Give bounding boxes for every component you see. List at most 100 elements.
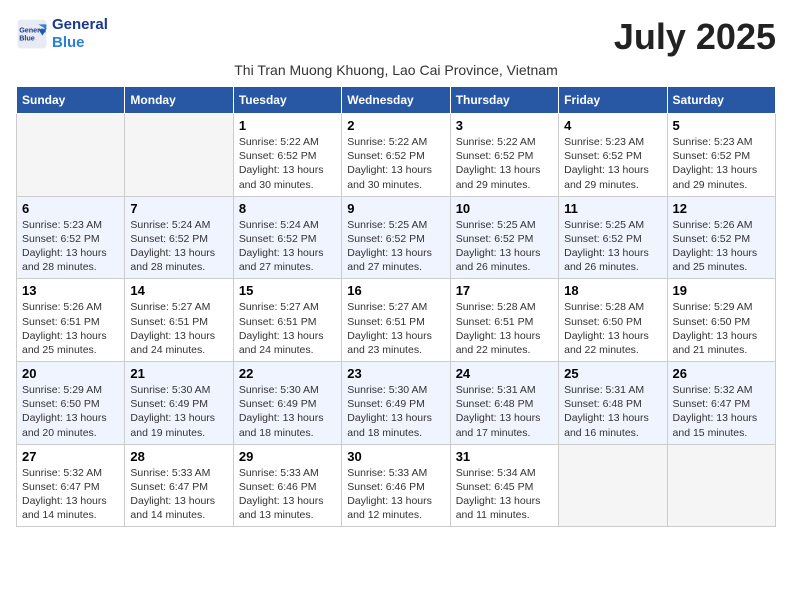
- day-number: 1: [239, 118, 336, 133]
- day-number: 25: [564, 366, 661, 381]
- day-info: Sunrise: 5:29 AMSunset: 6:50 PMDaylight:…: [22, 383, 119, 440]
- day-info: Sunrise: 5:25 AMSunset: 6:52 PMDaylight:…: [564, 218, 661, 275]
- day-number: 11: [564, 201, 661, 216]
- month-title: July 2025: [614, 16, 776, 58]
- day-info: Sunrise: 5:32 AMSunset: 6:47 PMDaylight:…: [22, 466, 119, 523]
- calendar-cell: 11 Sunrise: 5:25 AMSunset: 6:52 PMDayligh…: [559, 196, 667, 279]
- day-info: Sunrise: 5:31 AMSunset: 6:48 PMDaylight:…: [564, 383, 661, 440]
- calendar-cell: 26 Sunrise: 5:32 AMSunset: 6:47 PMDayligh…: [667, 362, 775, 445]
- calendar-cell: 6 Sunrise: 5:23 AMSunset: 6:52 PMDaylight…: [17, 196, 125, 279]
- calendar-cell: 31 Sunrise: 5:34 AMSunset: 6:45 PMDayligh…: [450, 444, 558, 527]
- day-number: 10: [456, 201, 553, 216]
- logo-text: General Blue: [52, 16, 108, 52]
- calendar-cell: 10 Sunrise: 5:25 AMSunset: 6:52 PMDayligh…: [450, 196, 558, 279]
- logo: General Blue General Blue: [16, 16, 108, 52]
- day-number: 21: [130, 366, 227, 381]
- weekday-header-sunday: Sunday: [17, 87, 125, 114]
- day-number: 19: [673, 283, 770, 298]
- calendar-cell: 7Sunrise: 5:24 AMSunset: 6:52 PMDaylight…: [125, 196, 233, 279]
- day-number: 9: [347, 201, 444, 216]
- day-info: Sunrise: 5:34 AMSunset: 6:45 PMDaylight:…: [456, 466, 553, 523]
- logo-icon: General Blue: [16, 18, 48, 50]
- calendar-week-row: 27 Sunrise: 5:32 AMSunset: 6:47 PMDayligh…: [17, 444, 776, 527]
- calendar-cell: 3 Sunrise: 5:22 AMSunset: 6:52 PMDaylight…: [450, 114, 558, 197]
- calendar-cell: 8 Sunrise: 5:24 AMSunset: 6:52 PMDaylight…: [233, 196, 341, 279]
- calendar-cell: 4Sunrise: 5:23 AMSunset: 6:52 PMDaylight…: [559, 114, 667, 197]
- day-number: 16: [347, 283, 444, 298]
- calendar-cell: 22 Sunrise: 5:30 AMSunset: 6:49 PMDayligh…: [233, 362, 341, 445]
- day-number: 5: [673, 118, 770, 133]
- calendar-cell: 21Sunrise: 5:30 AMSunset: 6:49 PMDayligh…: [125, 362, 233, 445]
- calendar-cell: [667, 444, 775, 527]
- calendar-cell: [559, 444, 667, 527]
- day-number: 17: [456, 283, 553, 298]
- day-info: Sunrise: 5:32 AMSunset: 6:47 PMDaylight:…: [673, 383, 770, 440]
- day-info: Sunrise: 5:22 AMSunset: 6:52 PMDaylight:…: [239, 135, 336, 192]
- day-info: Sunrise: 5:25 AMSunset: 6:52 PMDaylight:…: [456, 218, 553, 275]
- day-info: Sunrise: 5:28 AMSunset: 6:50 PMDaylight:…: [564, 300, 661, 357]
- day-info: Sunrise: 5:30 AMSunset: 6:49 PMDaylight:…: [347, 383, 444, 440]
- day-number: 24: [456, 366, 553, 381]
- calendar-cell: [125, 114, 233, 197]
- calendar-cell: 9 Sunrise: 5:25 AMSunset: 6:52 PMDaylight…: [342, 196, 450, 279]
- day-info: Sunrise: 5:33 AMSunset: 6:47 PMDaylight:…: [130, 466, 227, 523]
- day-info: Sunrise: 5:22 AMSunset: 6:52 PMDaylight:…: [456, 135, 553, 192]
- day-info: Sunrise: 5:26 AMSunset: 6:51 PMDaylight:…: [22, 300, 119, 357]
- day-number: 18: [564, 283, 661, 298]
- day-info: Sunrise: 5:28 AMSunset: 6:51 PMDaylight:…: [456, 300, 553, 357]
- day-info: Sunrise: 5:26 AMSunset: 6:52 PMDaylight:…: [673, 218, 770, 275]
- calendar-cell: 12 Sunrise: 5:26 AMSunset: 6:52 PMDayligh…: [667, 196, 775, 279]
- day-info: Sunrise: 5:24 AMSunset: 6:52 PMDaylight:…: [239, 218, 336, 275]
- calendar-week-row: 6 Sunrise: 5:23 AMSunset: 6:52 PMDaylight…: [17, 196, 776, 279]
- calendar-table: SundayMondayTuesdayWednesdayThursdayFrid…: [16, 86, 776, 527]
- day-number: 22: [239, 366, 336, 381]
- day-number: 14: [130, 283, 227, 298]
- day-number: 29: [239, 449, 336, 464]
- calendar-header-row: SundayMondayTuesdayWednesdayThursdayFrid…: [17, 87, 776, 114]
- day-number: 26: [673, 366, 770, 381]
- calendar-cell: [17, 114, 125, 197]
- calendar-week-row: 13Sunrise: 5:26 AMSunset: 6:51 PMDayligh…: [17, 279, 776, 362]
- calendar-cell: 1 Sunrise: 5:22 AMSunset: 6:52 PMDaylight…: [233, 114, 341, 197]
- weekday-header-friday: Friday: [559, 87, 667, 114]
- calendar-cell: 25 Sunrise: 5:31 AMSunset: 6:48 PMDayligh…: [559, 362, 667, 445]
- weekday-header-monday: Monday: [125, 87, 233, 114]
- calendar-week-row: 20 Sunrise: 5:29 AMSunset: 6:50 PMDayligh…: [17, 362, 776, 445]
- day-number: 2: [347, 118, 444, 133]
- day-number: 20: [22, 366, 119, 381]
- day-number: 28: [130, 449, 227, 464]
- weekday-header-saturday: Saturday: [667, 87, 775, 114]
- day-info: Sunrise: 5:30 AMSunset: 6:49 PMDaylight:…: [239, 383, 336, 440]
- calendar-cell: 5 Sunrise: 5:23 AMSunset: 6:52 PMDaylight…: [667, 114, 775, 197]
- calendar-cell: 20 Sunrise: 5:29 AMSunset: 6:50 PMDayligh…: [17, 362, 125, 445]
- day-number: 31: [456, 449, 553, 464]
- calendar-cell: 30Sunrise: 5:33 AMSunset: 6:46 PMDayligh…: [342, 444, 450, 527]
- day-number: 3: [456, 118, 553, 133]
- calendar-cell: 18 Sunrise: 5:28 AMSunset: 6:50 PMDayligh…: [559, 279, 667, 362]
- day-info: Sunrise: 5:31 AMSunset: 6:48 PMDaylight:…: [456, 383, 553, 440]
- day-number: 6: [22, 201, 119, 216]
- calendar-cell: 16 Sunrise: 5:27 AMSunset: 6:51 PMDayligh…: [342, 279, 450, 362]
- day-number: 7: [130, 201, 227, 216]
- day-number: 27: [22, 449, 119, 464]
- day-info: Sunrise: 5:27 AMSunset: 6:51 PMDaylight:…: [347, 300, 444, 357]
- calendar-subtitle: Thi Tran Muong Khuong, Lao Cai Province,…: [16, 62, 776, 78]
- day-info: Sunrise: 5:27 AMSunset: 6:51 PMDaylight:…: [239, 300, 336, 357]
- day-info: Sunrise: 5:23 AMSunset: 6:52 PMDaylight:…: [22, 218, 119, 275]
- day-number: 8: [239, 201, 336, 216]
- day-info: Sunrise: 5:29 AMSunset: 6:50 PMDaylight:…: [673, 300, 770, 357]
- day-info: Sunrise: 5:25 AMSunset: 6:52 PMDaylight:…: [347, 218, 444, 275]
- calendar-cell: 17 Sunrise: 5:28 AMSunset: 6:51 PMDayligh…: [450, 279, 558, 362]
- calendar-cell: 15Sunrise: 5:27 AMSunset: 6:51 PMDayligh…: [233, 279, 341, 362]
- day-number: 12: [673, 201, 770, 216]
- svg-text:Blue: Blue: [19, 33, 35, 42]
- day-number: 4: [564, 118, 661, 133]
- page-header: General Blue General Blue July 2025: [16, 16, 776, 58]
- calendar-cell: 2 Sunrise: 5:22 AMSunset: 6:52 PMDaylight…: [342, 114, 450, 197]
- day-info: Sunrise: 5:22 AMSunset: 6:52 PMDaylight:…: [347, 135, 444, 192]
- day-info: Sunrise: 5:23 AMSunset: 6:52 PMDaylight:…: [673, 135, 770, 192]
- calendar-cell: 19 Sunrise: 5:29 AMSunset: 6:50 PMDayligh…: [667, 279, 775, 362]
- calendar-cell: 27 Sunrise: 5:32 AMSunset: 6:47 PMDayligh…: [17, 444, 125, 527]
- calendar-cell: 28 Sunrise: 5:33 AMSunset: 6:47 PMDayligh…: [125, 444, 233, 527]
- calendar-cell: 14Sunrise: 5:27 AMSunset: 6:51 PMDayligh…: [125, 279, 233, 362]
